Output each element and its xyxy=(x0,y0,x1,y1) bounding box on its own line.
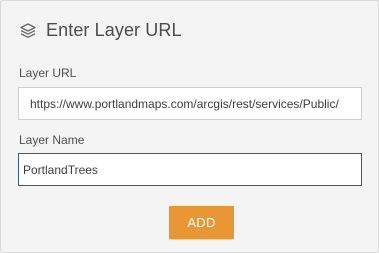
enter-layer-url-panel: Enter Layer URL Layer URL Layer Name ADD xyxy=(0,0,379,253)
layers-icon xyxy=(19,22,37,40)
dialog-title: Enter Layer URL xyxy=(46,20,182,40)
layer-name-input[interactable] xyxy=(18,153,362,186)
add-button[interactable]: ADD xyxy=(169,206,234,239)
dialog-header: Enter Layer URL xyxy=(19,20,182,41)
layer-name-label: Layer Name xyxy=(19,133,85,147)
layer-url-label: Layer URL xyxy=(19,66,77,80)
layer-url-input[interactable] xyxy=(18,87,362,120)
